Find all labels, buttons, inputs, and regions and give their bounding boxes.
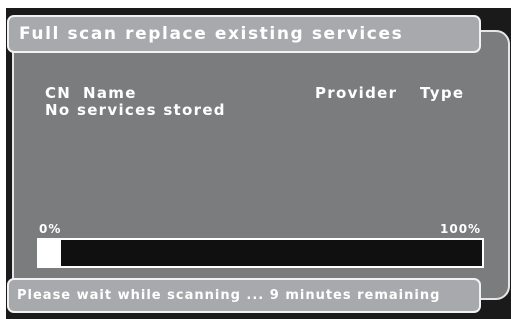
progress-start-label: 0% (39, 222, 62, 236)
page-title: Full scan replace existing services (7, 15, 481, 53)
title-text: Full scan replace existing services (19, 24, 404, 44)
scan-progress-bar (37, 238, 484, 268)
column-header-type: Type (420, 84, 465, 102)
empty-list-message: No services stored (45, 101, 226, 119)
column-header-name: Name (83, 84, 137, 102)
column-header-cn: CN (45, 84, 72, 102)
progress-end-label: 100% (440, 222, 482, 236)
column-header-provider: Provider (315, 84, 398, 102)
status-text: Please wait while scanning ... 9 minutes… (17, 288, 441, 303)
scan-progress-fill (39, 240, 62, 266)
status-bar: Please wait while scanning ... 9 minutes… (7, 278, 481, 313)
